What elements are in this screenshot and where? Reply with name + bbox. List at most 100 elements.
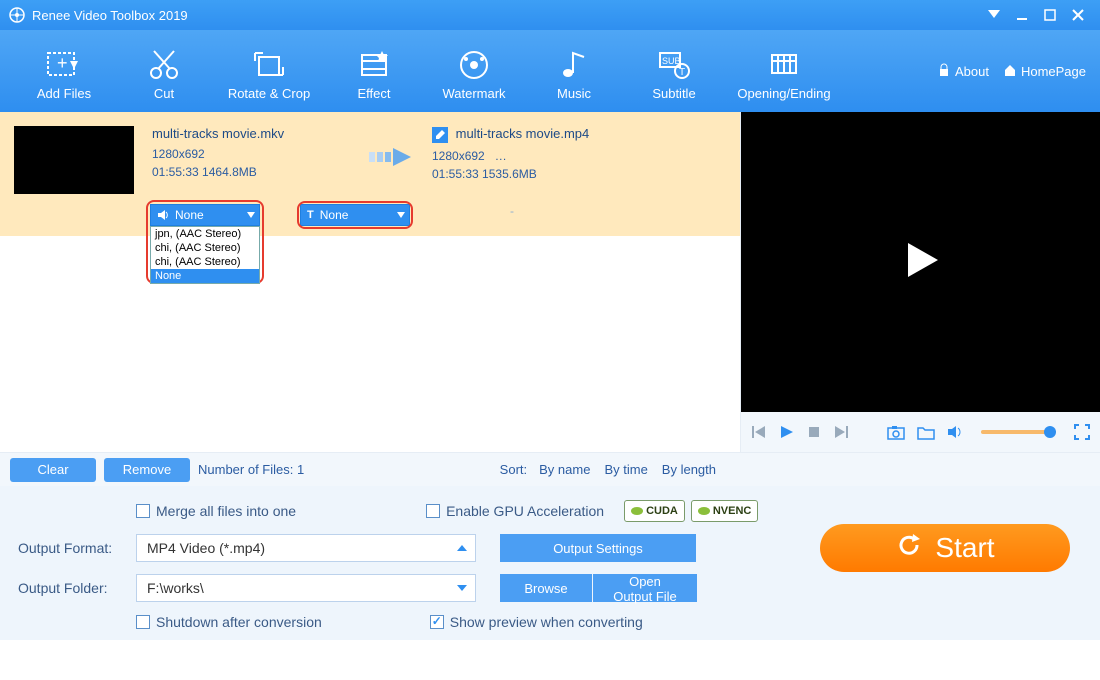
preview-video[interactable] — [741, 112, 1100, 412]
clear-button[interactable]: Clear — [10, 458, 96, 482]
audio-track-wrap: None jpn, (AAC Stereo) chi, (AAC Stereo)… — [150, 204, 260, 226]
gpu-label: Enable GPU Acceleration — [446, 503, 604, 519]
source-stats: 01:55:33 1464.8MB — [152, 163, 352, 181]
convert-arrow-icon — [352, 126, 432, 175]
remove-button[interactable]: Remove — [104, 458, 190, 482]
nvenc-badge: NVENC — [691, 500, 759, 522]
settings-dropdown-icon[interactable] — [980, 4, 1008, 26]
output-settings-button[interactable]: Output Settings — [500, 534, 696, 562]
shutdown-checkbox[interactable] — [136, 615, 150, 629]
output-format-value: MP4 Video (*.mp4) — [147, 540, 265, 556]
svg-text:+: + — [57, 53, 68, 73]
audio-selected: None — [175, 208, 204, 222]
cut-icon — [114, 42, 214, 86]
cuda-badge: CUDA — [624, 500, 685, 522]
chevron-down-icon — [457, 585, 467, 591]
about-label: About — [955, 64, 989, 79]
browse-button[interactable]: Browse — [500, 574, 592, 602]
video-thumbnail — [14, 126, 134, 194]
play-icon[interactable] — [779, 424, 795, 440]
shutdown-label: Shutdown after conversion — [156, 614, 322, 630]
bottom-panel: Merge all files into one Enable GPU Acce… — [0, 486, 1100, 640]
audio-option[interactable]: chi, (AAC Stereo) — [151, 241, 259, 255]
output-folder-value: F:\works\ — [147, 580, 204, 596]
toolbar-opening-ending[interactable]: Opening/Ending — [724, 42, 844, 101]
audio-track-dropdown[interactable]: jpn, (AAC Stereo) chi, (AAC Stereo) chi,… — [150, 226, 260, 284]
file-row[interactable]: multi-tracks movie.mkv 1280x692 01:55:33… — [0, 112, 740, 204]
merge-checkbox[interactable] — [136, 504, 150, 518]
output-folder-label: Output Folder: — [18, 580, 136, 596]
subtitle-track-combo[interactable]: T None — [300, 204, 410, 226]
audio-track-combo[interactable]: None — [150, 204, 260, 226]
toolbar-rotate-crop[interactable]: Rotate & Crop — [214, 42, 324, 101]
sort-by-name[interactable]: By name — [539, 462, 590, 477]
toolbar-cut[interactable]: Cut — [114, 42, 214, 101]
close-icon[interactable] — [1064, 4, 1092, 26]
audio-option[interactable]: jpn, (AAC Stereo) — [151, 227, 259, 241]
gpu-checkbox[interactable] — [426, 504, 440, 518]
toolbar-music[interactable]: Music — [524, 42, 624, 101]
svg-text:T: T — [679, 67, 685, 78]
toolbar-add-files[interactable]: + Add Files — [14, 42, 114, 101]
audio-option[interactable]: None — [151, 269, 259, 283]
subtitle-selected: None — [320, 208, 349, 222]
homepage-link[interactable]: HomePage — [1003, 63, 1086, 80]
start-button[interactable]: Start — [820, 524, 1070, 572]
stop-icon[interactable] — [807, 425, 821, 439]
sort-label: Sort: — [500, 462, 527, 477]
preview-label: Show preview when converting — [450, 614, 643, 630]
output-folder-select[interactable]: F:\works\ — [136, 574, 476, 602]
app-logo-icon — [8, 6, 26, 24]
edit-icon[interactable] — [432, 127, 448, 143]
preview-checkbox[interactable] — [430, 615, 444, 629]
toolbar-watermark[interactable]: Watermark — [424, 42, 524, 101]
output-format-label: Output Format: — [18, 540, 136, 556]
toolbar-label: Effect — [324, 86, 424, 101]
play-overlay-icon[interactable] — [900, 239, 942, 286]
lock-icon — [937, 63, 951, 80]
volume-thumb[interactable] — [1044, 426, 1056, 438]
rotate-crop-icon — [214, 42, 324, 86]
prev-track-icon[interactable] — [751, 424, 767, 440]
toolbar-effect[interactable]: Effect — [324, 42, 424, 101]
toolbar-label: Add Files — [14, 86, 114, 101]
chevron-down-icon — [247, 212, 255, 218]
audio-option[interactable]: chi, (AAC Stereo) — [151, 255, 259, 269]
file-count-label: Number of Files: 1 — [198, 462, 304, 477]
volume-icon[interactable] — [947, 424, 963, 440]
toolbar-label: Rotate & Crop — [214, 86, 324, 101]
app-title: Renee Video Toolbox 2019 — [32, 8, 188, 23]
add-files-icon: + — [14, 42, 114, 86]
fullscreen-icon[interactable] — [1074, 424, 1090, 440]
subtitle-track-wrap: T None — [300, 204, 410, 226]
open-folder-icon[interactable] — [917, 424, 935, 440]
volume-slider[interactable] — [981, 430, 1056, 434]
maximize-icon[interactable] — [1036, 4, 1064, 26]
snapshot-icon[interactable] — [887, 424, 905, 440]
chevron-up-icon — [457, 545, 467, 551]
open-output-button[interactable]: Open Output File — [593, 574, 697, 602]
file-list: multi-tracks movie.mkv 1280x692 01:55:33… — [0, 112, 740, 452]
subtitle-t-icon: T — [307, 209, 314, 221]
dest-file-info: multi-tracks movie.mp4 1280x692 … 01:55:… — [432, 126, 632, 183]
sort-by-time[interactable]: By time — [604, 462, 647, 477]
about-link[interactable]: About — [937, 63, 989, 80]
home-icon — [1003, 63, 1017, 80]
track-selectors-row: None jpn, (AAC Stereo) chi, (AAC Stereo)… — [0, 204, 740, 236]
refresh-icon — [895, 531, 923, 566]
sort-by-length[interactable]: By length — [662, 462, 716, 477]
dest-resolution: 1280x692 … — [432, 147, 632, 165]
opening-ending-icon — [724, 42, 844, 86]
main-toolbar: + Add Files Cut Rotate & Crop Effect Wat… — [0, 30, 1100, 112]
subtitle-icon: SUBT — [624, 42, 724, 86]
subtitle-placeholder: - — [510, 204, 514, 226]
toolbar-label: Subtitle — [624, 86, 724, 101]
speaker-icon — [157, 209, 169, 221]
preview-controls — [741, 412, 1100, 452]
output-format-select[interactable]: MP4 Video (*.mp4) — [136, 534, 476, 562]
chevron-down-icon — [397, 212, 405, 218]
toolbar-subtitle[interactable]: SUBT Subtitle — [624, 42, 724, 101]
toolbar-label: Opening/Ending — [724, 86, 844, 101]
minimize-icon[interactable] — [1008, 4, 1036, 26]
next-track-icon[interactable] — [833, 424, 849, 440]
